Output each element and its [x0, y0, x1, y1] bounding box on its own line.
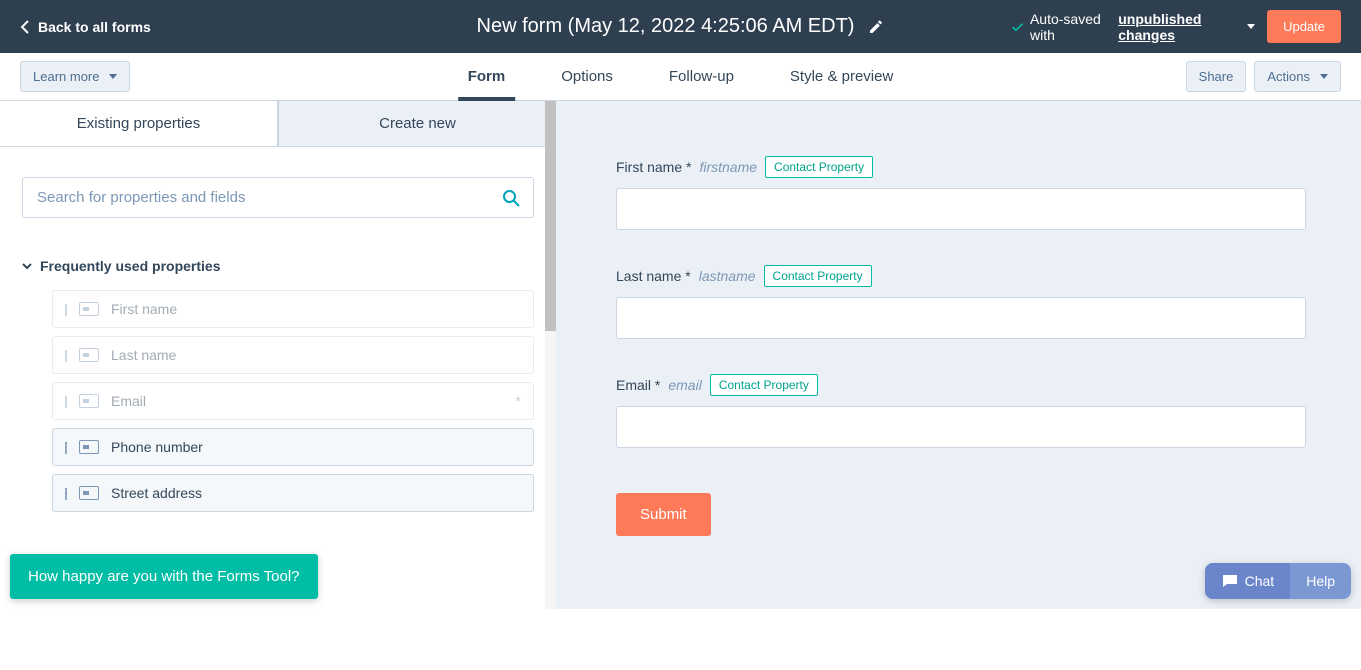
back-label: Back to all forms [38, 19, 151, 35]
chat-label: Chat [1245, 573, 1275, 589]
field-internal-name: email [668, 377, 701, 393]
main-tabs: Form Options Follow-up Style & preview [468, 53, 894, 100]
field-icon [79, 302, 99, 316]
toolbar: Learn more Form Options Follow-up Style … [0, 53, 1361, 101]
chat-help-widget: Chat Help [1205, 563, 1351, 599]
contact-property-badge: Contact Property [764, 265, 872, 287]
tab-form[interactable]: Form [468, 53, 506, 100]
field-icon [79, 486, 99, 500]
chevron-left-icon [20, 20, 30, 34]
field-icon [79, 440, 99, 454]
property-label: Last name [111, 347, 176, 363]
frequently-used-toggle[interactable]: Frequently used properties [22, 258, 534, 274]
autosave-emph: unpublished changes [1118, 11, 1237, 43]
field-label: Last name * [616, 268, 691, 284]
topbar-right: Auto-saved with unpublished changes Upda… [1011, 10, 1341, 43]
contact-property-badge: Contact Property [710, 374, 818, 396]
chat-button[interactable]: Chat [1205, 563, 1291, 599]
tab-create-new[interactable]: Create new [278, 101, 556, 146]
form-title: New form (May 12, 2022 4:25:06 AM EDT) [477, 15, 855, 38]
property-tabs: Existing properties Create new [0, 101, 556, 147]
form-field[interactable]: Last name * lastname Contact Property [616, 265, 1306, 339]
autosave-prefix: Auto-saved with [1030, 11, 1112, 43]
form-field[interactable]: First name * firstname Contact Property [616, 156, 1306, 230]
field-icon [79, 348, 99, 362]
check-icon [1011, 19, 1024, 35]
body: Existing properties Create new Frequentl… [0, 101, 1361, 609]
form-canvas: First name *firstnameContact PropertyLas… [556, 101, 1361, 609]
form-field[interactable]: Email * email Contact Property [616, 374, 1306, 448]
field-input[interactable] [616, 406, 1306, 448]
learn-more-button[interactable]: Learn more [20, 61, 130, 92]
property-label: Street address [111, 485, 202, 501]
pencil-icon[interactable] [868, 19, 884, 35]
caret-down-icon [109, 74, 117, 79]
caret-down-icon [1320, 74, 1328, 79]
help-button[interactable]: Help [1290, 563, 1351, 599]
property-label: Email [111, 393, 146, 409]
field-input[interactable] [616, 297, 1306, 339]
tab-options[interactable]: Options [561, 53, 613, 100]
property-label: First name [111, 301, 177, 317]
tab-style-preview[interactable]: Style & preview [790, 53, 893, 100]
property-list: First name Last name Email * Phone number Str… [22, 290, 534, 512]
back-to-forms-link[interactable]: Back to all forms [20, 19, 350, 35]
chevron-down-icon [22, 261, 32, 271]
actions-button[interactable]: Actions [1254, 61, 1341, 92]
property-item[interactable]: Phone number [52, 428, 534, 466]
update-button[interactable]: Update [1267, 10, 1341, 43]
contact-property-badge: Contact Property [765, 156, 873, 178]
search-input[interactable] [22, 177, 534, 218]
property-item: Last name [52, 336, 534, 374]
property-item: Email * [52, 382, 534, 420]
field-internal-name: firstname [699, 159, 757, 175]
topbar: Back to all forms New form (May 12, 2022… [0, 0, 1361, 53]
submit-button[interactable]: Submit [616, 493, 711, 536]
share-button[interactable]: Share [1186, 61, 1247, 92]
tab-existing-properties[interactable]: Existing properties [0, 101, 278, 146]
property-item: First name [52, 290, 534, 328]
title-wrap: New form (May 12, 2022 4:25:06 AM EDT) [350, 15, 1011, 38]
tab-follow-up[interactable]: Follow-up [669, 53, 734, 100]
survey-widget[interactable]: How happy are you with the Forms Tool? [10, 554, 318, 599]
left-panel: Existing properties Create new Frequentl… [0, 101, 556, 609]
field-label: First name * [616, 159, 691, 175]
chat-bubble-icon [1221, 573, 1239, 589]
actions-label: Actions [1267, 69, 1310, 84]
required-star: * [516, 393, 521, 409]
learn-label: Learn more [33, 69, 99, 84]
autosave-status[interactable]: Auto-saved with unpublished changes [1011, 11, 1255, 43]
property-item[interactable]: Street address [52, 474, 534, 512]
freq-header-label: Frequently used properties [40, 258, 220, 274]
caret-down-icon [1247, 24, 1255, 29]
field-internal-name: lastname [699, 268, 756, 284]
field-input[interactable] [616, 188, 1306, 230]
search-icon[interactable] [502, 189, 520, 207]
property-label: Phone number [111, 439, 203, 455]
field-icon [79, 394, 99, 408]
field-label: Email * [616, 377, 660, 393]
